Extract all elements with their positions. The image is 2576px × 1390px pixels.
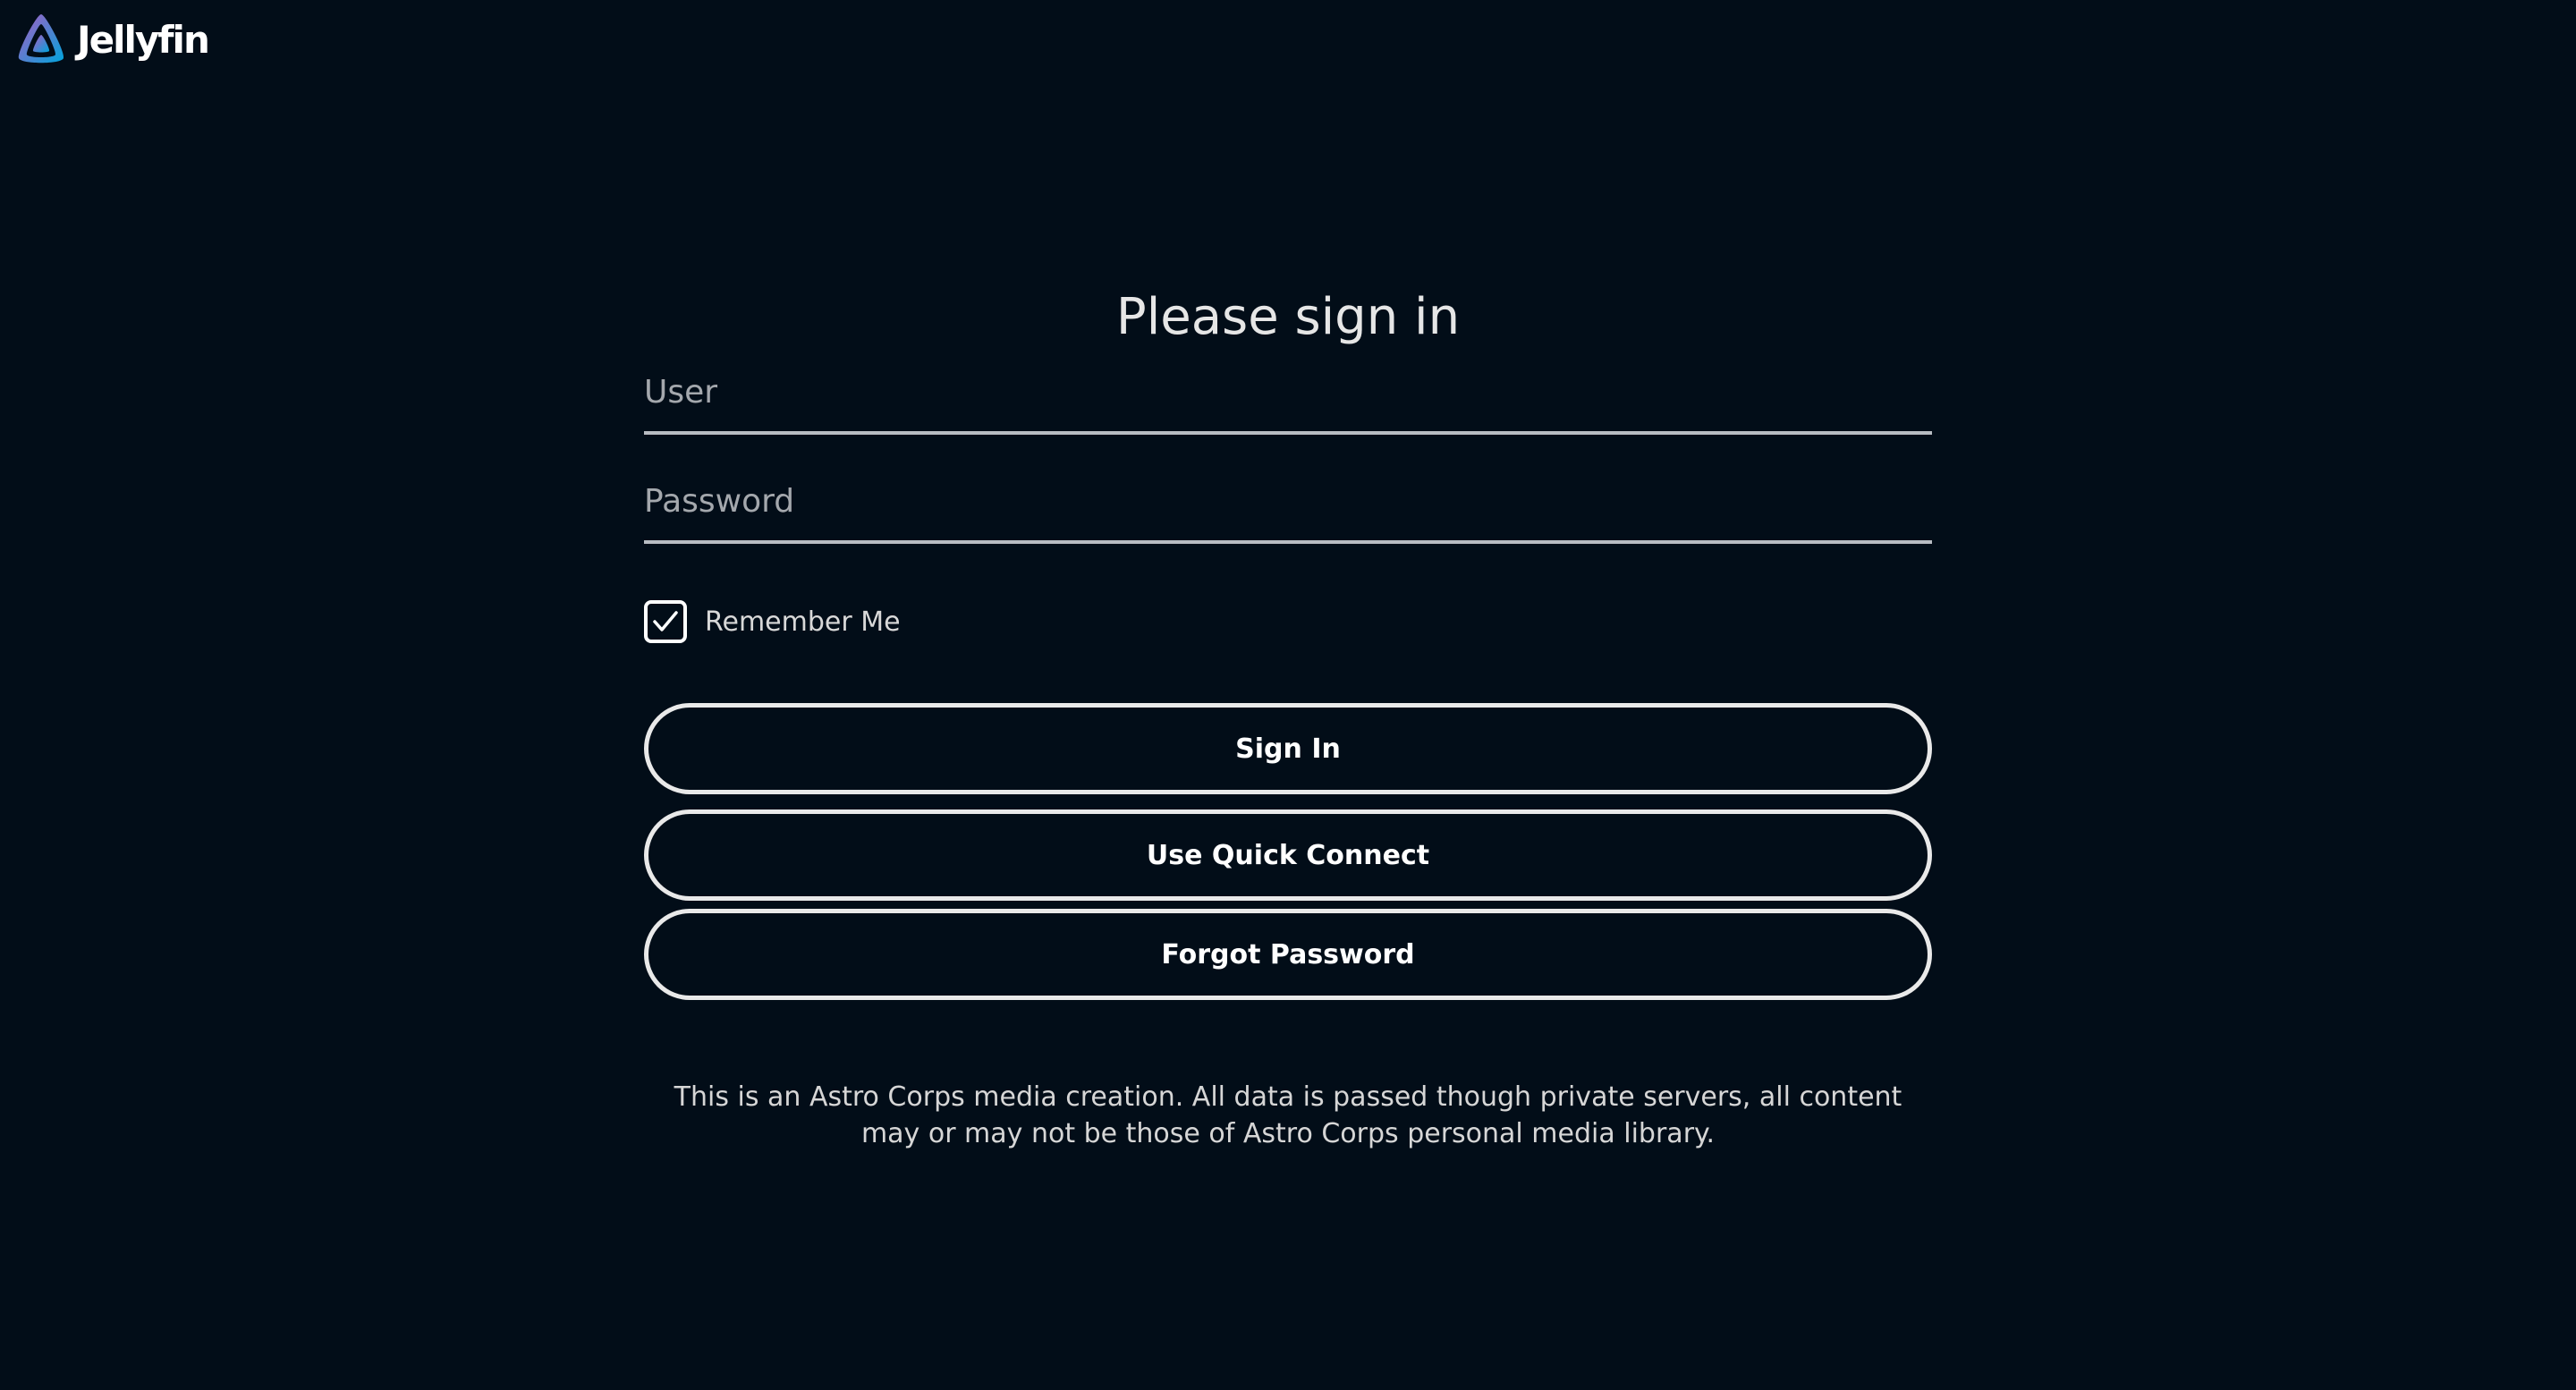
remember-me-label[interactable]: Remember Me xyxy=(705,606,901,638)
app-name[interactable]: Jellyfin xyxy=(77,18,210,62)
app-header: Jellyfin xyxy=(14,11,210,68)
remember-me-checkbox[interactable] xyxy=(644,600,687,643)
user-input[interactable] xyxy=(644,365,1932,419)
page-title: Please sign in xyxy=(1115,288,1461,346)
sign-in-button[interactable]: Sign In xyxy=(644,703,1932,794)
quick-connect-button[interactable]: Use Quick Connect xyxy=(644,809,1932,901)
password-input[interactable] xyxy=(644,474,1932,528)
user-field xyxy=(644,358,1932,435)
checkmark-icon xyxy=(653,611,678,631)
password-field xyxy=(644,467,1932,544)
disclaimer-text: This is an Astro Corps media creation. A… xyxy=(674,1081,1902,1149)
forgot-password-button[interactable]: Forgot Password xyxy=(644,909,1932,1000)
login-page: Jellyfin Please sign in Remember Me Sign… xyxy=(0,0,2576,1390)
remember-me-row: Remember Me xyxy=(644,596,1932,648)
jellyfin-logo-icon[interactable] xyxy=(14,12,68,67)
sign-in-form: Please sign in Remember Me Sign In Use Q… xyxy=(644,277,1932,1152)
